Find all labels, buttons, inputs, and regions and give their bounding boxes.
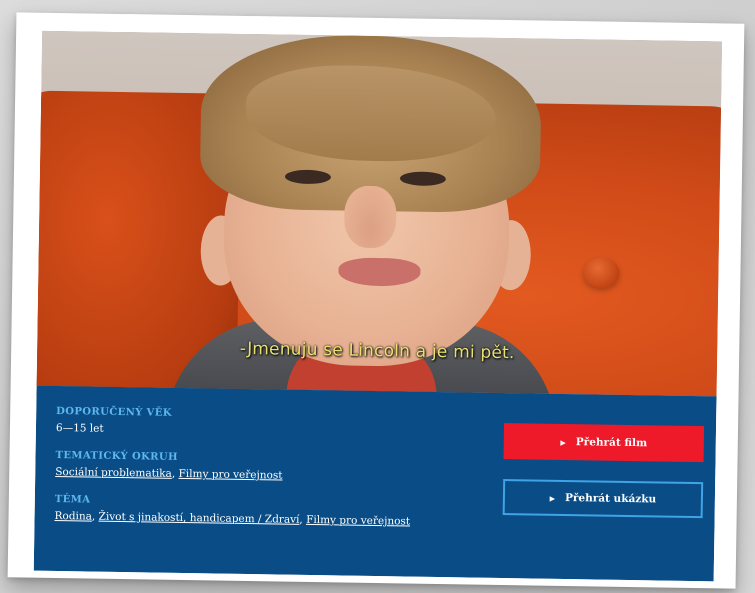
topic-label: TÉMA [54,493,91,506]
topic-link-disability[interactable]: Život s jinakostí, handicapem / Zdraví [99,511,300,526]
thematic-link-public[interactable]: Filmy pro veřejnost [178,468,282,482]
play-film-button[interactable]: ▶ Přehrát film [503,423,705,463]
topic-links: Rodina, Život s jinakostí, handicapem / … [54,510,484,529]
topic-block: TÉMA Rodina, Život s jinakostí, handicap… [54,494,484,529]
play-trailer-label: Přehrát ukázku [564,491,657,506]
thematic-link-social[interactable]: Sociální problematika [55,466,172,480]
topic-link-public[interactable]: Filmy pro veřejnost [306,514,410,528]
age-label: DOPORUČENÝ VĚK [56,405,172,419]
topic-link-family[interactable]: Rodina [54,510,92,523]
age-block: DOPORUČENÝ VĚK 6—15 let [56,406,486,441]
film-metadata: DOPORUČENÝ VĚK 6—15 let TEMATICKÝ OKRUH … [54,406,486,545]
thematic-label: TEMATICKÝ OKRUH [55,449,178,463]
play-film-label: Přehrát film [575,436,648,450]
play-icon: ▶ [560,437,566,447]
video-child-nose [343,185,397,249]
play-icon: ▶ [549,493,556,503]
film-info-panel: DOPORUČENÝ VĚK 6—15 let TEMATICKÝ OKRUH … [33,385,717,582]
thematic-block: TEMATICKÝ OKRUH Sociální problematika, F… [55,450,485,485]
age-value: 6—15 let [55,421,104,435]
film-detail-screen: -Jmenuju se Lincoln a je mi pět. DOPORUČ… [33,30,723,582]
video-frame[interactable]: -Jmenuju se Lincoln a je mi pět. [36,30,723,397]
photo-card: -Jmenuju se Lincoln a je mi pět. DOPORUČ… [7,12,745,589]
play-trailer-button[interactable]: ▶ Přehrát ukázku [502,479,704,519]
thematic-links: Sociální problematika, Filmy pro veřejno… [55,466,485,485]
